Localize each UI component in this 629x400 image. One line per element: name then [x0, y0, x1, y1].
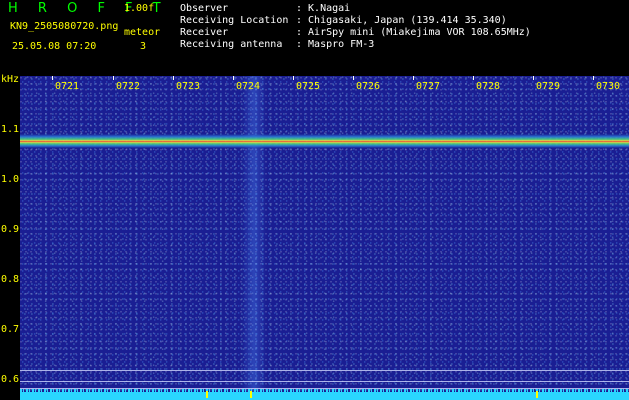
receiver-value: : AirSpy mini (Miakejima VOR 108.65MHz)	[296, 27, 531, 38]
filename-label: KN9_2505080720.png	[10, 21, 119, 32]
marker-line-upper	[20, 370, 629, 371]
x-tick-mark	[173, 76, 174, 80]
location-value: : Chigasaki, Japan (139.414 35.340)	[296, 15, 507, 26]
x-tick-label: 0727	[416, 81, 441, 92]
event-tick	[536, 391, 538, 398]
spectrogram	[20, 76, 629, 400]
event-tick	[250, 391, 252, 398]
y-tick-label: 0.6	[1, 374, 20, 385]
carrier-signal-band	[20, 134, 629, 148]
y-tick-label: 0.8	[1, 274, 20, 285]
x-tick-mark	[52, 76, 53, 80]
receiver-key: Receiver	[180, 27, 229, 38]
observer-key: Observer	[180, 3, 229, 14]
y-tick-label: 1.0	[1, 174, 20, 185]
x-tick-mark	[113, 76, 114, 80]
x-tick-label: 0730	[596, 81, 621, 92]
x-tick-label: 0728	[476, 81, 501, 92]
noise-texture	[20, 76, 629, 400]
x-tick-mark	[533, 76, 534, 80]
observer-value: : K.Nagai	[296, 3, 351, 14]
header-panel: H R O F F T 1.00f KN9_2505080720.png met…	[0, 0, 629, 74]
event-tick	[206, 391, 208, 398]
y-tick-label: 0.9	[1, 224, 20, 235]
antenna-value: : Maspro FM-3	[296, 39, 375, 50]
x-tick-mark	[413, 76, 414, 80]
location-key: Receiving Location	[180, 15, 289, 26]
x-tick-label: 0722	[116, 81, 141, 92]
antenna-key: Receiving antenna	[180, 39, 283, 50]
mode-label: meteor	[124, 27, 161, 38]
y-axis-unit: kHz	[1, 74, 20, 85]
x-tick-label: 0721	[55, 81, 80, 92]
vertical-noise-band	[242, 76, 266, 400]
mode-number: 3	[140, 41, 147, 52]
x-tick-mark	[233, 76, 234, 80]
x-tick-mark	[293, 76, 294, 80]
x-tick-label: 0726	[356, 81, 381, 92]
version-label: 1.00f	[124, 3, 155, 14]
x-tick-mark	[473, 76, 474, 80]
marker-line-middle	[20, 381, 629, 382]
y-tick-label: 1.1	[1, 124, 20, 135]
y-tick-label: 0.7	[1, 324, 20, 335]
x-tick-mark	[593, 76, 594, 80]
x-tick-label: 0723	[176, 81, 201, 92]
x-tick-label: 0729	[536, 81, 561, 92]
x-tick-label: 0724	[236, 81, 261, 92]
x-tick-label: 0725	[296, 81, 321, 92]
x-tick-mark	[353, 76, 354, 80]
datetime-label: 25.05.08 07:20	[12, 41, 97, 52]
